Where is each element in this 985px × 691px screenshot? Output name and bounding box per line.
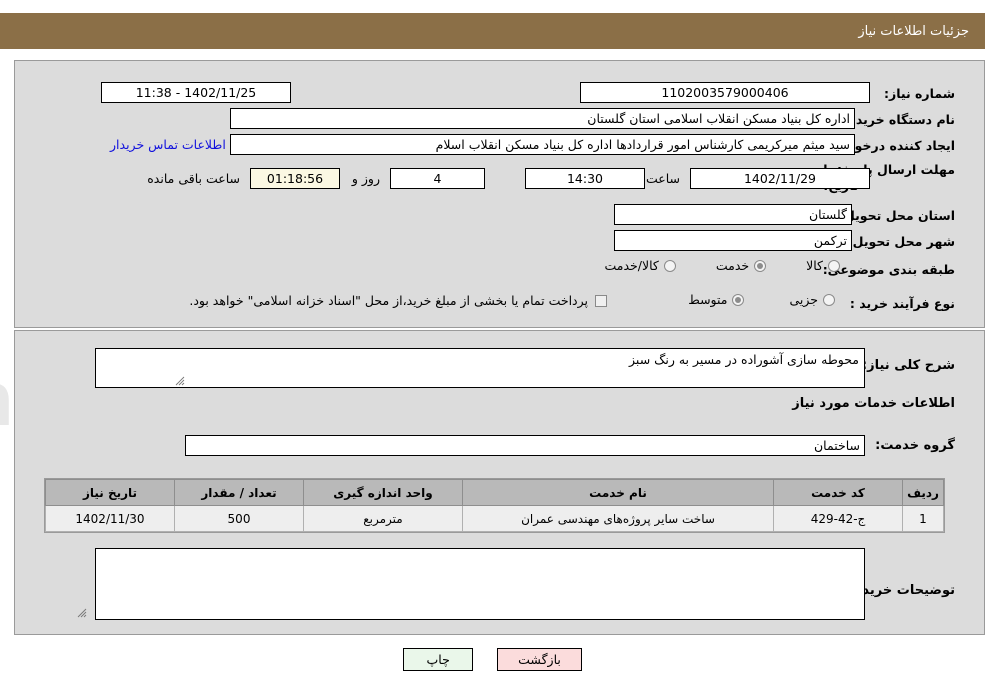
col-row-no: ردیف bbox=[902, 479, 944, 506]
col-service-name: نام خدمت bbox=[462, 479, 774, 506]
radio-label-kala-khedmat: کالا/خدمت bbox=[604, 258, 659, 273]
back-button[interactable]: بازگشت bbox=[497, 648, 582, 671]
radio-option-jozi[interactable]: جزیی bbox=[789, 292, 835, 307]
services-table: ردیف کد خدمت نام خدمت واحد اندازه گیری ت… bbox=[44, 478, 945, 533]
services-section-heading: اطلاعات خدمات مورد نیاز bbox=[792, 396, 955, 411]
cell-need-date: 1402/11/30 bbox=[45, 505, 175, 532]
cell-service-code: ج-42-429 bbox=[773, 505, 903, 532]
payment-note-checkbox[interactable] bbox=[595, 294, 607, 307]
radio-icon-kala-khedmat[interactable] bbox=[663, 259, 676, 272]
row-category: طبقه بندی موضوعی: bbox=[823, 258, 955, 280]
process-radio-group: جزیی متوسط bbox=[688, 292, 835, 307]
need-details-page: AriaTender.net جزئیات اطلاعات نیاز شماره… bbox=[0, 0, 985, 691]
city-label: شهر محل تحویل: bbox=[847, 233, 955, 249]
buyer-org-label: نام دستگاه خریدار: bbox=[839, 111, 955, 127]
payment-note-text: پرداخت تمام یا بخشی از مبلغ خرید،از محل … bbox=[189, 293, 588, 308]
need-number-value: 1102003579000406 bbox=[580, 82, 870, 103]
radio-option-khedmat[interactable]: خدمت bbox=[715, 258, 767, 273]
window-titlebar: جزئیات اطلاعات نیاز bbox=[14, 13, 985, 49]
announce-date-value: 1402/11/25 - 11:38 bbox=[101, 82, 291, 103]
need-summary-textarea[interactable]: محوطه سازی آشوراده در مسیر به رنگ سبز bbox=[95, 348, 865, 388]
radio-icon-kala[interactable] bbox=[828, 259, 840, 272]
service-group-value: ساختمان bbox=[185, 435, 865, 456]
radio-label-motevasset: متوسط bbox=[688, 292, 728, 307]
radio-icon-jozi[interactable] bbox=[823, 293, 835, 306]
deadline-hour-value: 14:30 bbox=[525, 168, 645, 189]
row-process: نوع فرآیند خرید : bbox=[850, 292, 955, 314]
creator-value: سید میثم میرکریمی کارشناس امور قراردادها… bbox=[230, 134, 855, 155]
page-title: جزئیات اطلاعات نیاز bbox=[858, 23, 969, 39]
table-row[interactable]: 1 ج-42-429 ساخت سایر پروژه‌های مهندسی عم… bbox=[45, 505, 944, 532]
col-quantity: تعداد / مقدار bbox=[174, 479, 304, 506]
process-label: نوع فرآیند خرید : bbox=[849, 295, 955, 311]
table-header-row: ردیف کد خدمت نام خدمت واحد اندازه گیری ت… bbox=[45, 479, 944, 506]
radio-label-khedmat: خدمت bbox=[715, 258, 750, 273]
radio-label-kala: کالا bbox=[806, 258, 823, 273]
service-group-label: گروه خدمت: bbox=[875, 438, 955, 453]
need-summary-value: محوطه سازی آشوراده در مسیر به رنگ سبز bbox=[629, 352, 859, 367]
remaining-days-label: روز و bbox=[351, 171, 380, 186]
cell-quantity: 500 bbox=[174, 505, 304, 532]
payment-note-row: پرداخت تمام یا بخشی از مبلغ خرید،از محل … bbox=[189, 293, 607, 308]
radio-option-kala[interactable]: کالا bbox=[806, 258, 840, 273]
cell-unit: مترمربع bbox=[303, 505, 463, 532]
deadline-date-value: 1402/11/29 bbox=[690, 168, 870, 189]
category-radio-group: کالا خدمت کالا/خدمت bbox=[604, 258, 840, 273]
buyer-notes-textarea[interactable] bbox=[95, 548, 865, 620]
row-buyer-org: نام دستگاه خریدار: bbox=[839, 108, 955, 130]
cell-row-no: 1 bbox=[902, 505, 944, 532]
need-number-label: شماره نیاز: bbox=[884, 85, 955, 101]
radio-icon-khedmat[interactable] bbox=[754, 259, 767, 272]
row-city: شهر محل تحویل: bbox=[848, 230, 955, 252]
remaining-hours-label: ساعت باقی مانده bbox=[147, 171, 240, 186]
buyer-org-value: اداره کل بنیاد مسکن انقلاب اسلامی استان … bbox=[230, 108, 855, 129]
action-button-bar: بازگشت چاپ bbox=[0, 648, 985, 671]
category-label: طبقه بندی موضوعی: bbox=[822, 261, 955, 277]
col-unit: واحد اندازه گیری bbox=[303, 479, 463, 506]
print-button[interactable]: چاپ bbox=[403, 648, 474, 671]
radio-option-kala-khedmat[interactable]: کالا/خدمت bbox=[604, 258, 676, 273]
radio-icon-motevasset[interactable] bbox=[732, 293, 745, 306]
need-summary-label: شرح کلی نیاز: bbox=[861, 358, 955, 373]
col-need-date: تاریخ نیاز bbox=[45, 479, 175, 506]
buyer-contact-link[interactable]: اطلاعات تماس خریدار bbox=[110, 137, 226, 152]
city-value: ترکمن bbox=[614, 230, 852, 251]
countdown-timer: 01:18:56 bbox=[250, 168, 340, 189]
province-label: استان محل تحویل: bbox=[838, 207, 955, 223]
row-need-number: شماره نیاز: bbox=[884, 82, 955, 104]
province-value: گلستان bbox=[614, 204, 852, 225]
radio-label-jozi: جزیی bbox=[789, 292, 818, 307]
deadline-hour-label: ساعت bbox=[645, 171, 680, 186]
radio-option-motevasset[interactable]: متوسط bbox=[688, 292, 745, 307]
col-service-code: کد خدمت bbox=[773, 479, 903, 506]
row-province: استان محل تحویل: bbox=[839, 204, 955, 226]
cell-service-name: ساخت سایر پروژه‌های مهندسی عمران bbox=[462, 505, 774, 532]
remaining-days-value: 4 bbox=[390, 168, 485, 189]
